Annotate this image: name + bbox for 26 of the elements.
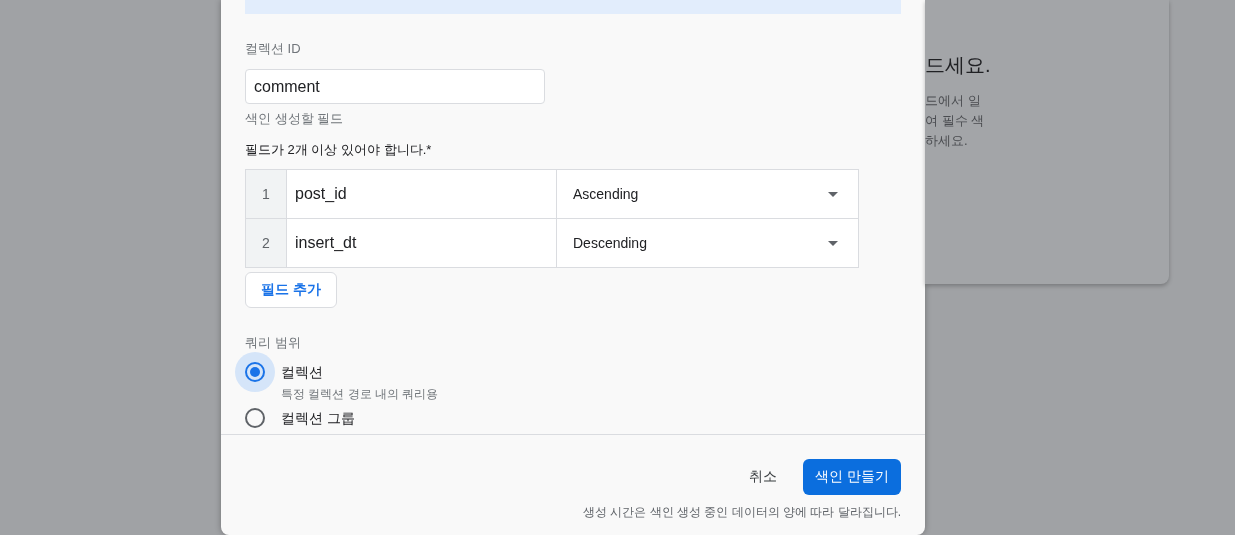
field-path-cell[interactable]: insert_dt xyxy=(286,218,557,268)
dropdown-caret-icon xyxy=(828,191,838,197)
footer-note: 생성 시간은 색인 생성 중인 데이터의 양에 따라 달라집니다. xyxy=(583,504,901,521)
card-text-line: 하세요. xyxy=(925,132,969,150)
section-label: 쿼리 범위 xyxy=(245,334,302,352)
field-label: 색인 생성할 필드 xyxy=(245,110,345,128)
row-number: 1 xyxy=(245,169,287,219)
card-text-line: 드에서 일 xyxy=(925,92,982,110)
add-field-button[interactable]: 필드 추가 xyxy=(245,272,337,308)
option-description: 특정 컬렉션 경로 내의 쿼리용 xyxy=(281,386,440,402)
order-value: Ascending xyxy=(573,186,639,202)
radio-label: 컬렉션 그룹 xyxy=(281,409,355,428)
dropdown-caret-icon xyxy=(828,240,838,246)
card-heading: 드세요. xyxy=(925,53,992,78)
order-value: Descending xyxy=(573,235,647,251)
field-path-cell[interactable]: post_id xyxy=(286,169,557,219)
radio-button[interactable] xyxy=(245,408,265,428)
row-number: 2 xyxy=(245,218,287,268)
card-text-line: 여 필수 색 xyxy=(925,112,986,130)
cancel-button[interactable]: 취소 xyxy=(735,459,791,495)
create-index-button[interactable]: 색인 만들기 xyxy=(803,459,901,495)
requirement-hint: 필드가 2개 이상 있어야 합니다.* xyxy=(245,141,433,159)
field-label: 컬렉션 ID xyxy=(245,40,302,58)
radio-label: 컬렉션 xyxy=(281,363,323,382)
radio-button[interactable] xyxy=(235,352,275,392)
collection-id-field[interactable]: comment xyxy=(245,69,545,104)
